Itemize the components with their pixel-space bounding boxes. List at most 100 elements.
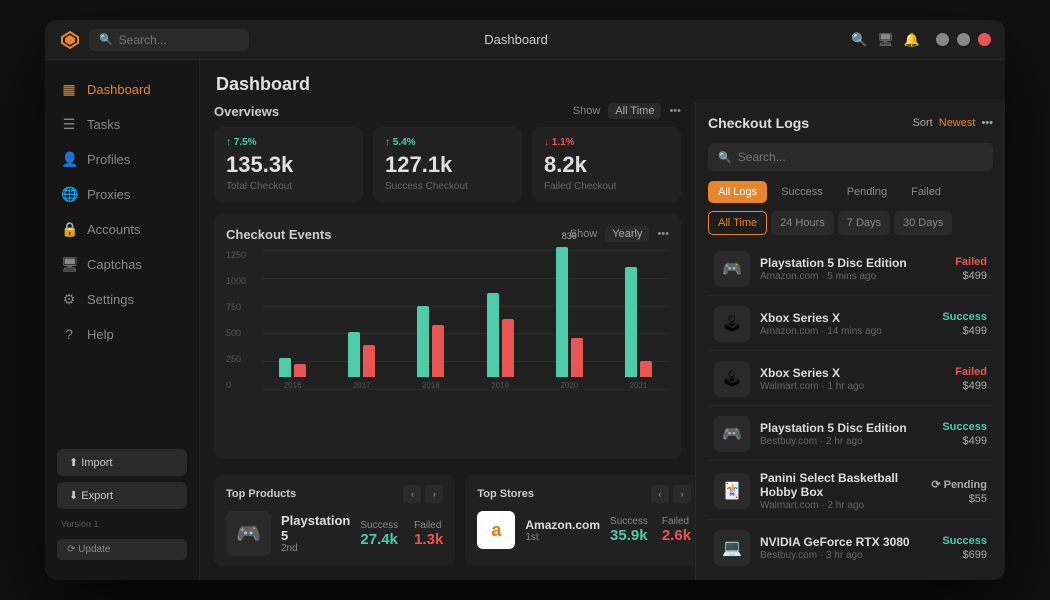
product-rank: 2nd bbox=[281, 543, 350, 554]
card-success-checkout: ↑ 5.4% 127.1k Success Checkout bbox=[373, 127, 522, 202]
bar-green bbox=[556, 247, 568, 377]
search-toolbar-icon[interactable]: 🔍 bbox=[851, 32, 867, 48]
chart-group: 2019 bbox=[470, 250, 531, 390]
log-item[interactable]: 🎮Playstation 5 Disc EditionBestbuy.com ·… bbox=[708, 408, 993, 461]
failed-value: 1.3k bbox=[414, 531, 443, 548]
time-7-days[interactable]: 7 Days bbox=[838, 211, 890, 235]
sort-label: Sort bbox=[913, 117, 933, 129]
log-product-name: Xbox Series X bbox=[760, 311, 932, 325]
sidebar-item-profiles[interactable]: 👤 Profiles bbox=[45, 142, 199, 177]
sidebar-item-settings[interactable]: ⚙ Settings bbox=[45, 282, 199, 317]
bar-year-label: 2021 bbox=[630, 381, 648, 390]
overview-cards: ↑ 7.5% 135.3k Total Checkout ↑ 5.4% 127.… bbox=[214, 127, 681, 202]
log-price: $499 bbox=[955, 380, 987, 392]
chart-bars-area: 201620172018201983520202021 bbox=[262, 250, 669, 390]
close-button[interactable] bbox=[978, 33, 991, 46]
time-30-days[interactable]: 30 Days bbox=[894, 211, 952, 235]
sidebar-item-tasks[interactable]: ☰ Tasks bbox=[45, 107, 199, 142]
card-label-2: Failed Checkout bbox=[544, 181, 669, 192]
chart-title: Checkout Events bbox=[226, 227, 331, 242]
y-label-0: 0 bbox=[226, 380, 258, 390]
chart-group: 2017 bbox=[331, 250, 392, 390]
card-value-1: 127.1k bbox=[385, 152, 510, 178]
chart-group: 2018 bbox=[400, 250, 461, 390]
log-item[interactable]: 🕹Xbox Series XAmazon.com · 14 mins agoSu… bbox=[708, 298, 993, 351]
card-label-1: Success Checkout bbox=[385, 181, 510, 192]
captchas-icon: 🖥 bbox=[61, 256, 77, 273]
log-item[interactable]: 💻NVIDIA GeForce RTX 3080Bestbuy.com · 3 … bbox=[708, 522, 993, 568]
log-item[interactable]: 🃏Panini Select Basketball Hobby BoxWalma… bbox=[708, 463, 993, 520]
card-trend-0: ↑ 7.5% bbox=[226, 137, 351, 148]
filter-tabs: All Logs Success Pending Failed bbox=[708, 181, 993, 203]
log-thumbnail: 🕹 bbox=[714, 361, 750, 397]
chart-group: 8352020 bbox=[539, 250, 600, 390]
store-logo: a bbox=[477, 511, 515, 549]
import-button[interactable]: ⬆ Import bbox=[57, 449, 187, 476]
store-row: a Amazon.com 1st Success 35.9k bbox=[477, 511, 691, 549]
bar-red bbox=[640, 361, 652, 377]
next-product-button[interactable]: › bbox=[425, 485, 443, 503]
log-status: ⟳ Pending bbox=[931, 478, 987, 491]
sidebar-item-captchas[interactable]: 🖥 Captchas bbox=[45, 247, 199, 282]
filter-failed[interactable]: Failed bbox=[901, 181, 951, 203]
left-panel: Overviews Show All Time ••• ↑ 7.5% 135.3… bbox=[200, 103, 695, 580]
top-products-nav: ‹ › bbox=[403, 485, 443, 503]
chart-show-value[interactable]: Yearly bbox=[605, 226, 649, 242]
bell-icon[interactable]: 🔔 bbox=[904, 32, 920, 48]
show-value-badge[interactable]: All Time bbox=[608, 103, 661, 119]
sidebar: ▦ Dashboard ☰ Tasks 👤 Profiles 🌐 Proxies… bbox=[45, 60, 200, 580]
bar-green bbox=[417, 306, 429, 378]
next-store-button[interactable]: › bbox=[673, 485, 691, 503]
app-window: 🔍 Dashboard 🔍 🖥 🔔 ▦ Dashboard ☰ Tasks bbox=[45, 20, 1005, 580]
card-label-0: Total Checkout bbox=[226, 181, 351, 192]
logs-search-input[interactable] bbox=[738, 150, 983, 164]
display-icon[interactable]: 🖥 bbox=[877, 32, 894, 48]
logs-search-bar[interactable]: 🔍 bbox=[708, 143, 993, 171]
log-price: $499 bbox=[942, 325, 987, 337]
bar-red bbox=[502, 319, 514, 378]
chart-header: Checkout Events Show Yearly ••• bbox=[226, 226, 669, 242]
sidebar-bottom: ⬆ Import ⬇ Export Version 1 ⟳ Update bbox=[45, 441, 199, 568]
prev-product-button[interactable]: ‹ bbox=[403, 485, 421, 503]
log-store: Walmart.com · 2 hr ago bbox=[760, 500, 921, 511]
sort-value[interactable]: Newest bbox=[939, 117, 976, 129]
sidebar-item-dashboard[interactable]: ▦ Dashboard bbox=[45, 72, 199, 107]
log-item[interactable]: 🎮Playstation 5 Disc EditionAmazon.com · … bbox=[708, 243, 993, 296]
overviews-header: Overviews Show All Time ••• bbox=[214, 103, 681, 119]
maximize-button[interactable] bbox=[957, 33, 970, 46]
more-logs-icon[interactable]: ••• bbox=[981, 117, 993, 129]
product-success-stat: Success 27.4k bbox=[360, 520, 398, 548]
filter-all-logs[interactable]: All Logs bbox=[708, 181, 767, 203]
top-stores-header: Top Stores ‹ › bbox=[477, 485, 691, 503]
sidebar-item-proxies[interactable]: 🌐 Proxies bbox=[45, 177, 199, 212]
chart-more-icon[interactable]: ••• bbox=[657, 228, 669, 240]
update-button[interactable]: ⟳ Update bbox=[57, 539, 187, 560]
sidebar-item-accounts[interactable]: 🔒 Accounts bbox=[45, 212, 199, 247]
store-failed-value: 2.6k bbox=[662, 527, 691, 544]
export-button[interactable]: ⬇ Export bbox=[57, 482, 187, 509]
card-value-0: 135.3k bbox=[226, 152, 351, 178]
bar-green bbox=[625, 267, 637, 378]
filter-pending[interactable]: Pending bbox=[837, 181, 897, 203]
minimize-button[interactable] bbox=[936, 33, 949, 46]
chart-container: 1250 1000 750 500 250 0 bbox=[226, 250, 669, 410]
y-label-5: 1250 bbox=[226, 250, 258, 260]
card-trend-2: ↓ 1.1% bbox=[544, 137, 669, 148]
log-thumbnail: 💻 bbox=[714, 530, 750, 566]
sidebar-item-help[interactable]: ? Help bbox=[45, 317, 199, 351]
more-icon[interactable]: ••• bbox=[669, 105, 681, 117]
card-total-checkout: ↑ 7.5% 135.3k Total Checkout bbox=[214, 127, 363, 202]
filter-success[interactable]: Success bbox=[771, 181, 833, 203]
time-all-time[interactable]: All Time bbox=[708, 211, 767, 235]
top-stores-title: Top Stores bbox=[477, 488, 534, 500]
time-24-hours[interactable]: 24 Hours bbox=[771, 211, 834, 235]
log-item[interactable]: 🕹Xbox Series XWalmart.com · 1 hr agoFail… bbox=[708, 353, 993, 406]
prev-store-button[interactable]: ‹ bbox=[651, 485, 669, 503]
log-thumbnail: 🕹 bbox=[714, 306, 750, 342]
store-rank: 1st bbox=[525, 532, 600, 543]
log-store: Bestbuy.com · 3 hr ago bbox=[760, 550, 932, 561]
bar-year-label: 2018 bbox=[422, 381, 440, 390]
y-label-1: 250 bbox=[226, 354, 258, 364]
sidebar-label-settings: Settings bbox=[87, 292, 134, 307]
card-trend-1: ↑ 5.4% bbox=[385, 137, 510, 148]
